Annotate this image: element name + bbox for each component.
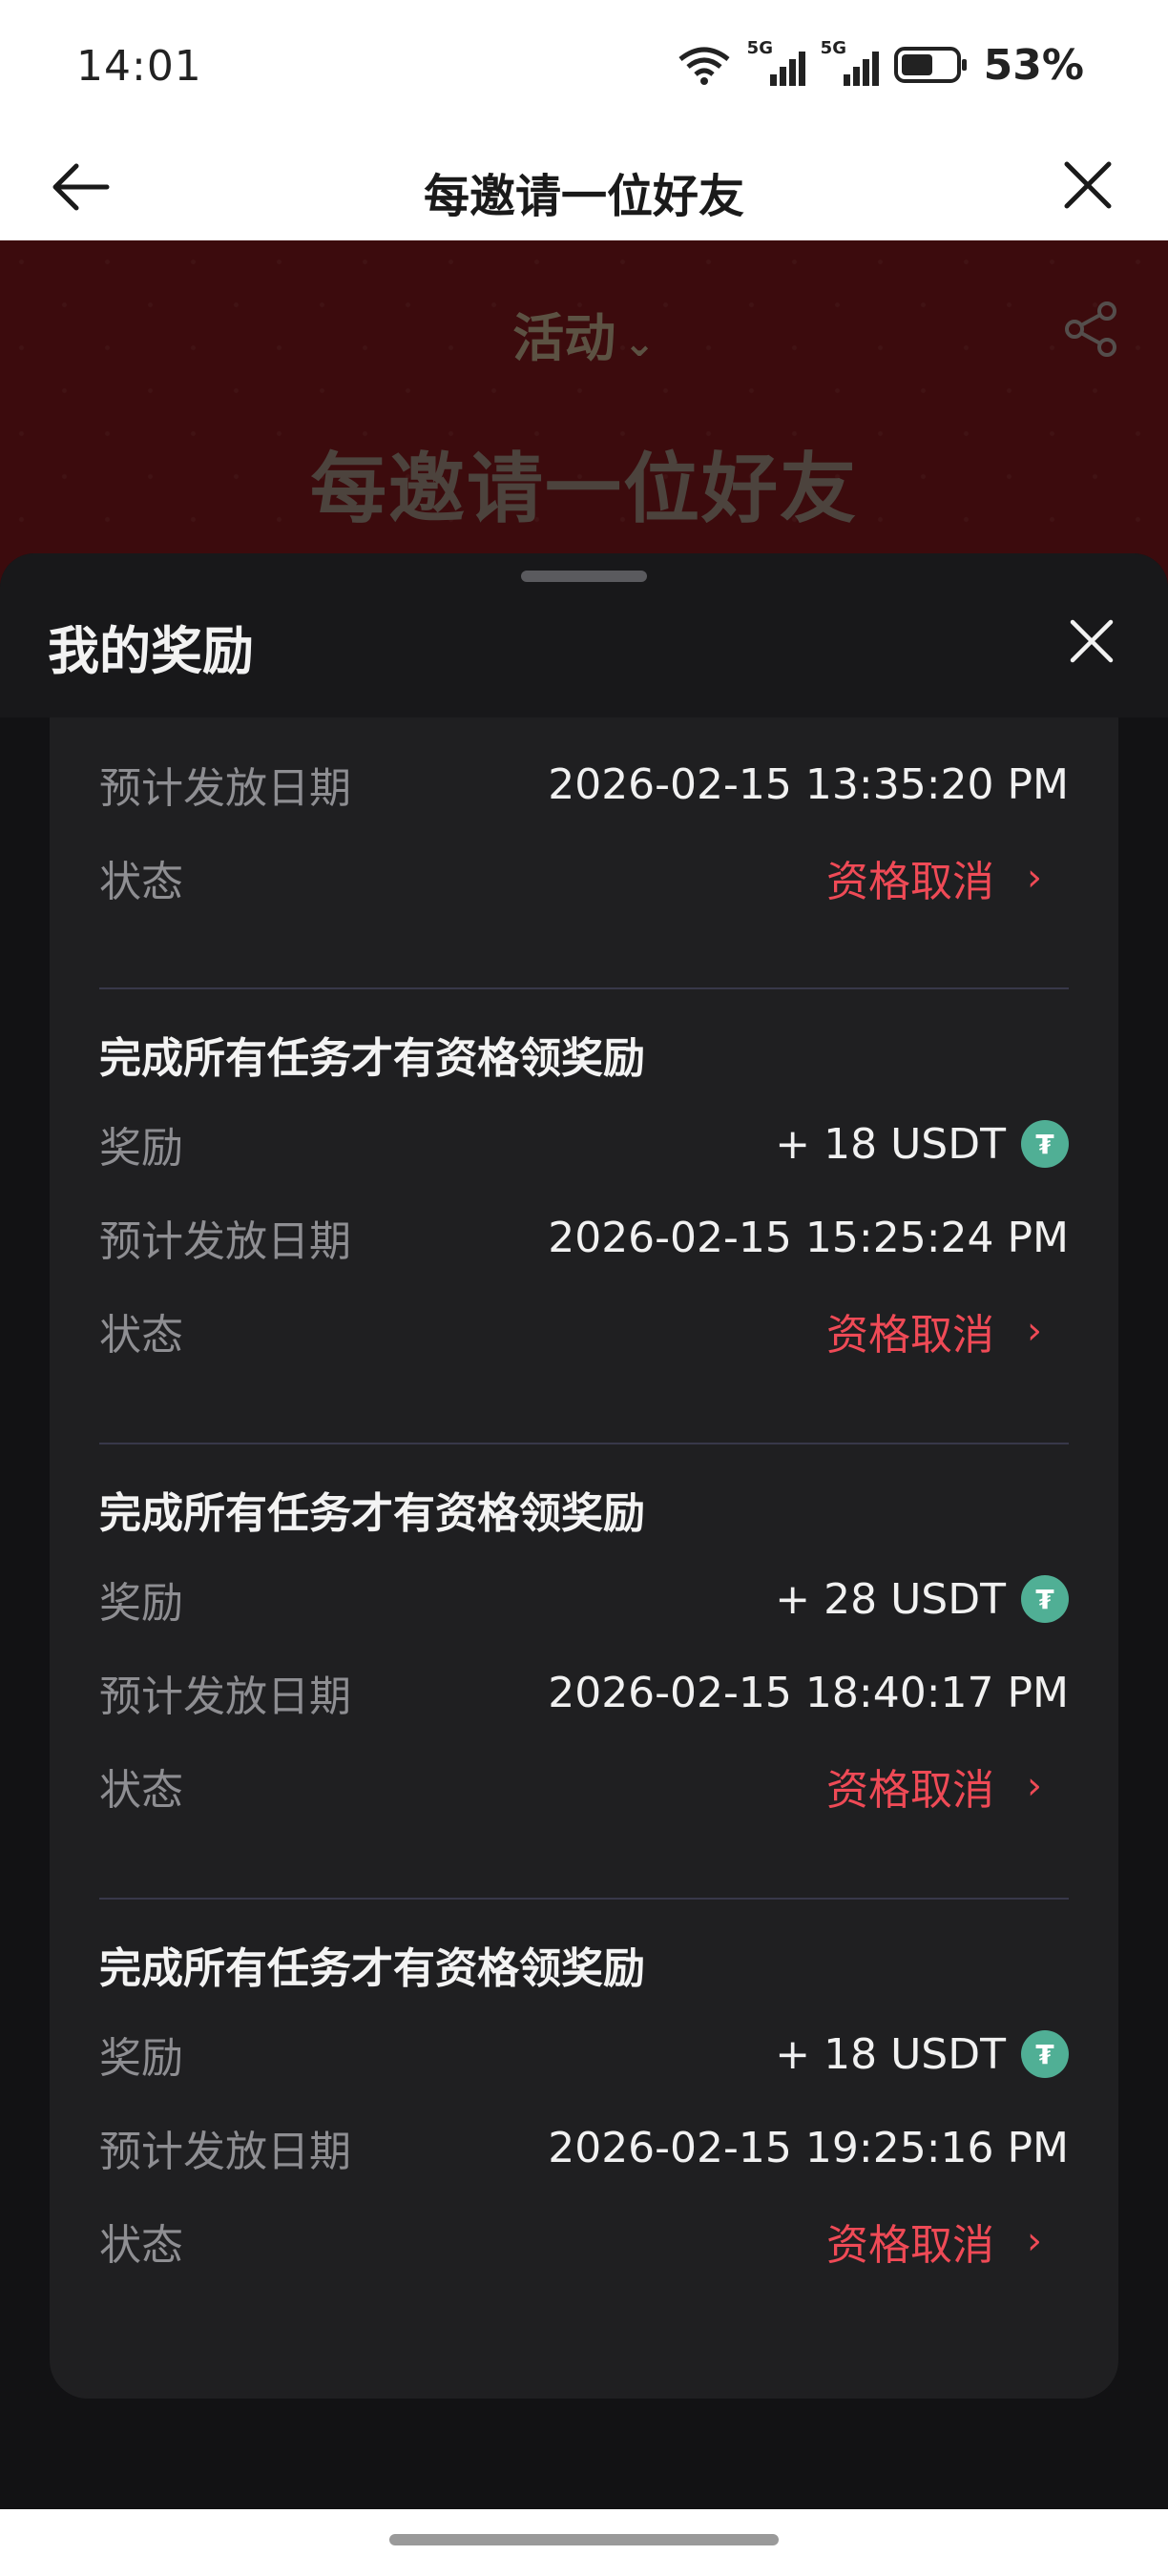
reward-value: + 18 USDT (775, 2029, 1006, 2079)
list-item: 完成所有任务才有资格领奖励 奖励 + 18 USDT ₮ 预计发放日期 2026-… (99, 1931, 1069, 2288)
close-icon[interactable] (1061, 158, 1115, 212)
divider (99, 1898, 1069, 1900)
usdt-icon: ₮ (1021, 2030, 1069, 2078)
status-row[interactable]: 状态 资格取消 › (99, 1739, 1069, 1833)
reward-value: + 18 USDT (775, 1119, 1006, 1169)
status-label: 状态 (99, 858, 183, 906)
list-item: 完成所有任务才有资格领奖励 奖励 + 18 USDT ₮ 预计发放日期 2026-… (99, 1021, 1069, 1378)
signal-icon: 5G (821, 38, 879, 86)
status-link[interactable]: 资格取消 › (826, 1755, 1042, 1817)
date-value: 2026-02-15 15:25:24 PM (548, 1213, 1069, 1262)
signal-icon: 5G (747, 38, 805, 86)
status-value: 资格取消 (826, 858, 994, 906)
status-icons: 5G 5G 53% (677, 38, 1084, 92)
status-bar: 14:01 5G 5G 53% (0, 0, 1168, 134)
date-label: 预计发放日期 (99, 764, 351, 813)
usdt-icon: ₮ (1021, 1575, 1069, 1623)
home-indicator[interactable] (389, 2534, 779, 2545)
reward-label: 奖励 (99, 1124, 183, 1173)
chevron-right-icon: › (1027, 1309, 1042, 1353)
status-value: 资格取消 (826, 1766, 994, 1815)
signal-label: 5G (746, 38, 773, 58)
reward-row: 奖励 + 28 USDT ₮ (99, 1552, 1069, 1646)
date-row: 预计发放日期 2026-02-15 19:25:16 PM (99, 2101, 1069, 2194)
sheet-header: 我的奖励 (0, 553, 1168, 717)
chevron-right-icon: › (1027, 1764, 1042, 1808)
status-row[interactable]: 状态 资格取消 › (99, 831, 1069, 924)
date-label: 预计发放日期 (99, 1672, 351, 1721)
reward-row: 奖励 + 18 USDT ₮ (99, 1097, 1069, 1191)
reward-row: 奖励 + 18 USDT ₮ (99, 2007, 1069, 2101)
date-label: 预计发放日期 (99, 1217, 351, 1266)
wifi-icon (678, 47, 730, 85)
status-time: 14:01 (76, 42, 202, 91)
divider (99, 987, 1069, 989)
close-icon[interactable] (1069, 618, 1115, 664)
date-value: 2026-02-15 18:40:17 PM (548, 1668, 1069, 1717)
status-link[interactable]: 资格取消 › (826, 847, 1042, 908)
date-value: 2026-02-15 13:35:20 PM (548, 759, 1069, 809)
date-row: 预计发放日期 2026-02-15 13:35:20 PM (99, 737, 1069, 831)
sheet-title: 我的奖励 (48, 621, 254, 681)
status-row[interactable]: 状态 资格取消 › (99, 2194, 1069, 2288)
rewards-sheet: 预计发放日期 2026-02-15 13:35:20 PM 状态 资格取消 › … (0, 553, 1168, 2509)
battery-icon (893, 47, 967, 83)
status-value: 资格取消 (826, 1311, 994, 1360)
date-value: 2026-02-15 19:25:16 PM (548, 2123, 1069, 2172)
date-row: 预计发放日期 2026-02-15 15:25:24 PM (99, 1191, 1069, 1284)
item-title: 完成所有任务才有资格领奖励 (99, 1034, 645, 1083)
chevron-right-icon: › (1027, 856, 1042, 900)
chevron-right-icon: › (1027, 2219, 1042, 2263)
signal-label: 5G (820, 38, 846, 58)
status-label: 状态 (99, 1311, 183, 1360)
status-label: 状态 (99, 1766, 183, 1815)
drag-handle[interactable] (521, 571, 647, 582)
list-item: 预计发放日期 2026-02-15 13:35:20 PM 状态 资格取消 › (99, 737, 1069, 924)
status-link[interactable]: 资格取消 › (826, 2211, 1042, 2272)
status-link[interactable]: 资格取消 › (826, 1300, 1042, 1361)
reward-label: 奖励 (99, 2034, 183, 2083)
reward-label: 奖励 (99, 1579, 183, 1628)
status-row[interactable]: 状态 资格取消 › (99, 1284, 1069, 1378)
item-title: 完成所有任务才有资格领奖励 (99, 1489, 645, 1538)
status-value: 资格取消 (826, 2221, 994, 2270)
battery-percent: 53% (983, 40, 1084, 90)
divider (99, 1443, 1069, 1444)
usdt-icon: ₮ (1021, 1120, 1069, 1168)
nav-bar: 每邀请一位好友 (0, 134, 1168, 240)
date-row: 预计发放日期 2026-02-15 18:40:17 PM (99, 1646, 1069, 1739)
date-label: 预计发放日期 (99, 2128, 351, 2176)
item-title: 完成所有任务才有资格领奖励 (99, 1944, 645, 1993)
reward-value: + 28 USDT (775, 1574, 1006, 1624)
status-label: 状态 (99, 2221, 183, 2270)
page-title: 每邀请一位好友 (423, 170, 744, 223)
list-item: 完成所有任务才有资格领奖励 奖励 + 28 USDT ₮ 预计发放日期 2026-… (99, 1476, 1069, 1833)
rewards-card: 预计发放日期 2026-02-15 13:35:20 PM 状态 资格取消 › … (50, 553, 1118, 2399)
